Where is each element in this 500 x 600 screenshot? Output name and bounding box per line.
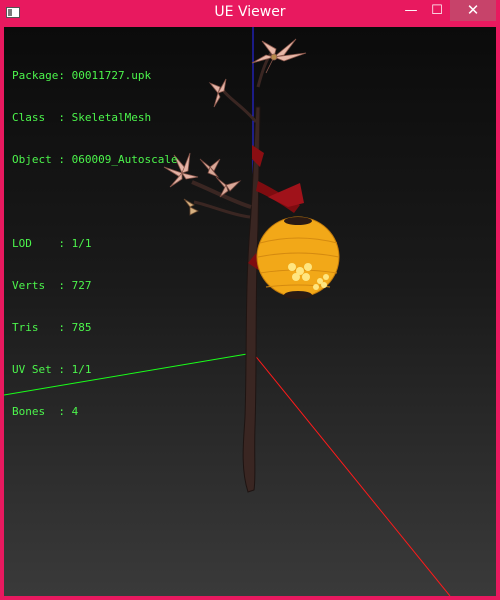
mesh-info-panel: Package: 00011727.upk Class : SkeletalMe… [12, 41, 178, 447]
tree-branch-top [220, 88, 258, 123]
3d-viewport[interactable]: Package: 00011727.upk Class : SkeletalMe… [4, 27, 496, 596]
info-object: Object : 060009_Autoscale [12, 153, 178, 166]
info-uvset: UV Set : 1/1 [12, 363, 92, 376]
close-button[interactable]: ✕ [450, 0, 496, 21]
info-tris: Tris : 785 [12, 321, 92, 334]
blossom-top [251, 38, 307, 74]
info-class: Class : SkeletalMesh [12, 111, 152, 124]
app-window: UE Viewer — ☐ ✕ Package: 00011727.upk Cl… [0, 0, 500, 600]
maximize-button[interactable]: ☐ [424, 0, 450, 21]
x-axis-line [252, 352, 451, 596]
title-bar[interactable]: UE Viewer — ☐ ✕ [0, 0, 500, 26]
tree-trunk [242, 106, 261, 493]
ribbon-tie [268, 183, 304, 207]
info-lod: LOD : 1/1 [12, 237, 92, 250]
blossom-middle [199, 158, 221, 178]
info-verts: Verts : 727 [12, 279, 92, 292]
info-package: Package: 00011727.upk [12, 69, 152, 82]
info-bones: Bones : 4 [12, 405, 79, 418]
paper-lantern [256, 216, 340, 299]
minimize-button[interactable]: — [398, 0, 424, 21]
